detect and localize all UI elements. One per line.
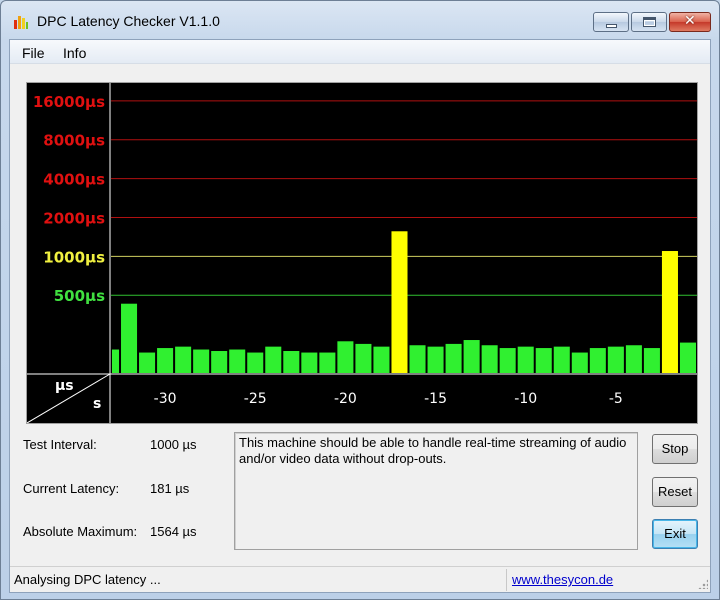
minimize-icon	[606, 24, 617, 28]
status-text: Analysing DPC latency ...	[14, 572, 161, 587]
status-separator	[506, 569, 507, 591]
latency-bar	[643, 348, 660, 373]
latency-bar	[517, 346, 534, 373]
latency-bar	[193, 349, 210, 373]
y-axis-unit-label: µs	[55, 378, 74, 394]
resize-grip-icon[interactable]	[698, 579, 708, 589]
y-tick-label: 16000µs	[33, 93, 105, 111]
close-button[interactable]: ✕	[669, 12, 711, 32]
latency-bar	[499, 348, 516, 373]
latency-bar	[139, 352, 156, 373]
client-area: File Info 16000µs 8000µs 4000µs 2000µs 1000µ…	[9, 39, 711, 593]
latency-bar	[661, 251, 678, 373]
status-message-box: This machine should be able to handle re…	[234, 432, 638, 550]
latency-bar	[409, 345, 426, 373]
latency-bar	[391, 231, 408, 373]
x-tick-label: -30	[154, 391, 177, 407]
y-tick-label: 4000µs	[43, 171, 105, 189]
test-interval-value: 1000 µs	[150, 437, 197, 452]
close-icon: ✕	[684, 13, 696, 29]
latency-bar	[427, 346, 444, 373]
latency-chart: 16000µs 8000µs 4000µs 2000µs 1000µs 500µs -30…	[26, 82, 698, 424]
latency-bar	[301, 352, 318, 373]
menu-info[interactable]: Info	[63, 45, 86, 61]
latency-bar	[229, 349, 246, 373]
latency-bar	[355, 343, 372, 373]
exit-button[interactable]: Exit	[652, 519, 698, 549]
latency-bar	[445, 343, 462, 373]
x-tick-label: -20	[334, 391, 357, 407]
latency-bar	[607, 346, 624, 373]
current-latency-label: Current Latency:	[23, 481, 120, 496]
latency-bar	[589, 348, 606, 373]
latency-bar	[463, 340, 480, 373]
x-axis-unit-label: s	[93, 396, 101, 412]
reset-button[interactable]: Reset	[652, 477, 698, 507]
title-bar[interactable]: DPC Latency Checker V1.1.0 ✕	[1, 1, 719, 39]
latency-bar	[373, 346, 390, 373]
absolute-maximum-value: 1564 µs	[150, 524, 197, 539]
y-tick-label: 1000µs	[43, 248, 105, 266]
menu-file[interactable]: File	[22, 45, 45, 61]
maximize-icon	[643, 17, 656, 27]
x-tick-label: -25	[244, 391, 267, 407]
window-title: DPC Latency Checker V1.1.0	[37, 13, 220, 29]
latency-bar	[679, 342, 696, 373]
x-tick-label: -5	[609, 391, 623, 407]
test-interval-label: Test Interval:	[23, 437, 97, 452]
latency-bar	[553, 346, 570, 373]
latency-bar	[283, 351, 300, 373]
latency-bar	[265, 346, 282, 373]
maximize-button[interactable]	[631, 12, 667, 32]
y-tick-label: 500µs	[54, 287, 105, 305]
latency-bar	[247, 352, 264, 373]
latency-bar	[157, 348, 174, 373]
latency-bar	[571, 352, 588, 373]
latency-bar	[319, 352, 336, 373]
current-latency-value: 181 µs	[150, 481, 190, 496]
latency-bar	[121, 303, 138, 373]
latency-bar	[112, 349, 120, 373]
x-tick-label: -15	[424, 391, 447, 407]
menu-bar: File Info	[10, 40, 710, 64]
latency-bar	[481, 345, 498, 373]
y-tick-label: 8000µs	[43, 132, 105, 150]
website-link[interactable]: www.thesycon.de	[512, 572, 613, 587]
app-bars-icon	[14, 16, 28, 29]
y-tick-label: 2000µs	[43, 209, 105, 227]
status-bar: Analysing DPC latency ... www.thesycon.d…	[10, 566, 710, 592]
latency-bar	[211, 351, 228, 373]
latency-chart-svg: 16000µs 8000µs 4000µs 2000µs 1000µs 500µs -30…	[27, 83, 697, 423]
latency-bar	[175, 346, 192, 373]
absolute-maximum-label: Absolute Maximum:	[23, 524, 138, 539]
x-tick-label: -10	[514, 391, 537, 407]
latency-bar	[337, 341, 354, 373]
latency-bar	[535, 348, 552, 373]
latency-bar	[625, 345, 642, 373]
minimize-button[interactable]	[593, 12, 629, 32]
app-window: DPC Latency Checker V1.1.0 ✕ File Info 1…	[0, 0, 720, 600]
stop-button[interactable]: Stop	[652, 434, 698, 464]
